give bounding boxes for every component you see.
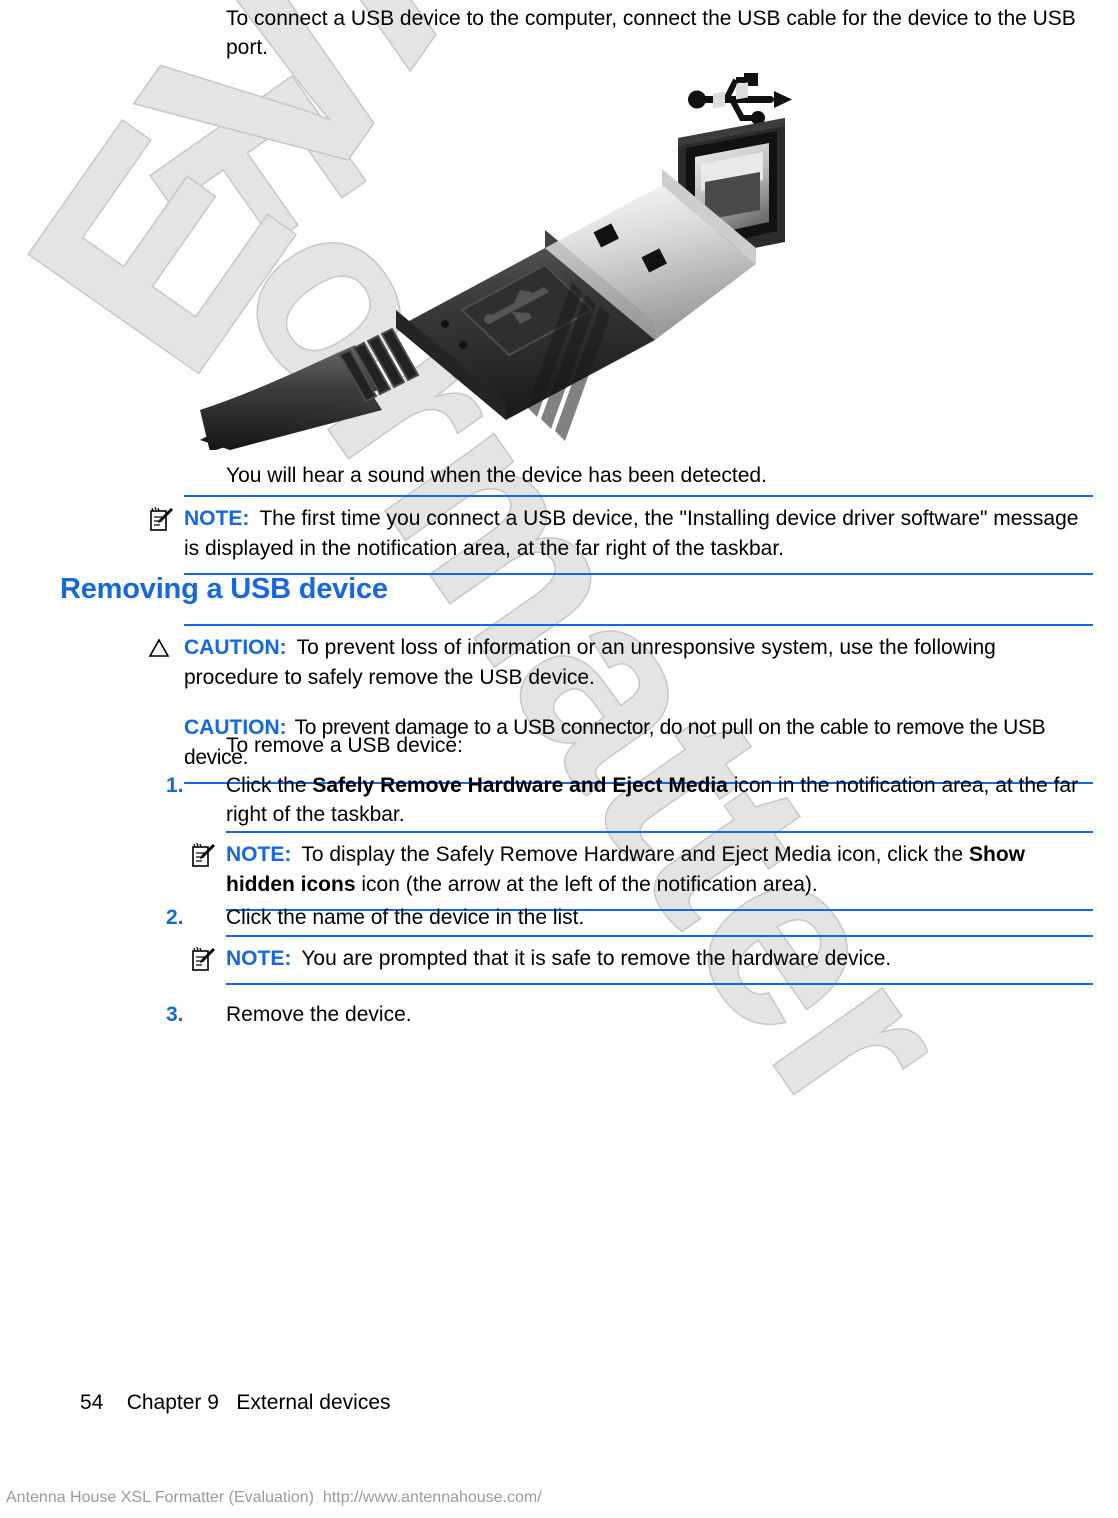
step-number-1: 1. bbox=[166, 774, 184, 797]
note-label-2: NOTE: bbox=[226, 843, 292, 866]
note-pad-pencil-icon bbox=[190, 946, 216, 973]
step-number-3: 3. bbox=[166, 1003, 184, 1026]
caution-triangle-icon bbox=[148, 637, 174, 663]
page-heading-removing-a-usb-device: Removing a USB device bbox=[60, 573, 388, 605]
usb-cable bbox=[200, 169, 756, 450]
note-label-1: NOTE: bbox=[184, 507, 250, 530]
page-footer-line: 54 Chapter 9 External devices bbox=[80, 1391, 391, 1414]
after-figure-paragraph: You will hear a sound when the device ha… bbox=[226, 464, 767, 487]
usb-logo-icon bbox=[688, 73, 792, 125]
step-text-3: Remove the device. bbox=[226, 1003, 412, 1026]
note-text-2-after: icon (the arrow at the left of the notif… bbox=[355, 873, 818, 896]
list-item-step-3: 3. Remove the device. bbox=[166, 1000, 1093, 1029]
note-pad-pencil-icon bbox=[190, 842, 216, 869]
caution-label-1: CAUTION: bbox=[184, 636, 287, 659]
step-text-2: Click the name of the device in the list… bbox=[226, 906, 585, 929]
lead-in-paragraph: To remove a USB device: bbox=[226, 734, 463, 757]
note-box-2: NOTE: To display the Safely Remove Hardwa… bbox=[192, 831, 1093, 911]
step-text-1-bold: Safely Remove Hardware and Eject Media bbox=[312, 774, 728, 797]
intro-paragraph: To connect a USB device to the computer,… bbox=[226, 7, 1076, 59]
step-text-1-before: Click the bbox=[226, 774, 313, 797]
note-text-1: The first time you connect a USB device,… bbox=[184, 507, 1079, 560]
note-box-3: NOTE: You are prompted that it is safe to… bbox=[192, 935, 1093, 985]
usb-connection-figure bbox=[200, 60, 840, 450]
note-text-2-before: To display the Safely Remove Hardware an… bbox=[301, 843, 969, 866]
list-item-step-1: 1. Click the Safely Remove Hardware and … bbox=[166, 771, 1093, 829]
document-page: Formatter EVALUATION To connect a USB de… bbox=[0, 0, 1118, 1518]
evaluation-notice: Antenna House XSL Formatter (Evaluation)… bbox=[6, 1489, 542, 1506]
list-item-step-2: 2. Click the name of the device in the l… bbox=[166, 903, 1093, 932]
note-text-3: You are prompted that it is safe to remo… bbox=[301, 947, 892, 970]
note-box-1: NOTE: The first time you connect a USB de… bbox=[150, 495, 1093, 575]
note-pad-pencil-icon bbox=[148, 506, 174, 533]
note-label-3: NOTE: bbox=[226, 947, 292, 970]
caution-text-1: To prevent loss of information or an unr… bbox=[184, 636, 996, 689]
step-number-2: 2. bbox=[166, 906, 184, 929]
caution-box: CAUTION: To prevent loss of information o… bbox=[148, 624, 1093, 784]
